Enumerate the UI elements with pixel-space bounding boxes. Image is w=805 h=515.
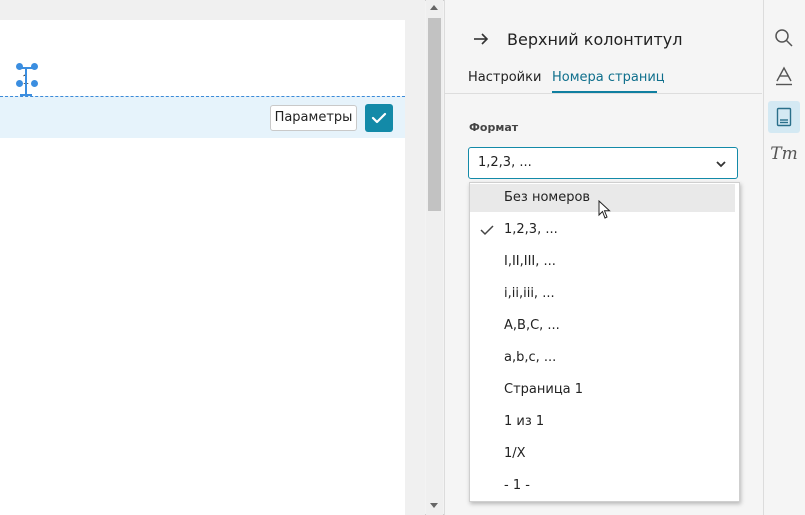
check-icon [480,225,494,236]
text-style-tool[interactable]: Tт [768,140,800,172]
option-label: 1 из 1 [504,414,545,429]
dropdown-option-selected[interactable]: 1,2,3, ... [470,216,735,244]
option-label: 1,2,3, ... [504,222,558,237]
text-style-icon: Tт [770,144,798,164]
dropdown-option[interactable]: A,B,C, ... [470,312,735,340]
dropdown-option[interactable]: 1/X [470,440,735,468]
panel-title: Верхний колонтитул [507,30,683,49]
selection-handle[interactable] [16,63,23,70]
chevron-down-icon[interactable] [714,156,728,170]
font-style-tool[interactable] [768,60,800,92]
parameters-button[interactable]: Параметры [270,105,357,131]
header-boundary-line [0,96,405,97]
selection-caret-bottom [20,94,32,96]
confirm-button[interactable] [365,104,393,132]
option-label: i,ii,iii, ... [504,286,555,301]
scroll-up-icon[interactable] [430,5,438,10]
back-arrow-icon[interactable] [472,30,490,48]
tab-page-numbers[interactable]: Номера страниц [552,70,665,85]
selection-handle[interactable] [31,80,38,87]
selection-caret-stem [25,67,27,96]
panel-divider [445,93,762,94]
search-tool[interactable] [768,22,800,54]
scrollbar-thumb[interactable] [428,18,441,211]
option-label: - 1 - [504,478,530,493]
mouse-pointer-icon [598,199,612,220]
dropdown-option[interactable]: - 1 - [470,472,735,500]
option-label: 1/X [504,446,526,461]
option-label: Без номеров [504,190,591,205]
header-footer-icon [776,107,792,127]
search-icon [775,29,793,47]
option-label: a,b,c, ... [504,350,557,365]
header-footer-tool[interactable] [768,101,800,133]
option-label: Страница 1 [504,382,584,397]
scroll-down-icon[interactable] [430,503,438,508]
selection-handle[interactable] [31,63,38,70]
selection-handle[interactable] [16,80,23,87]
option-label: A,B,C, ... [504,318,560,333]
dropdown-option[interactable]: Страница 1 [470,376,735,404]
format-label: Формат [469,121,519,134]
dropdown-option[interactable]: a,b,c, ... [470,344,735,372]
format-select-value: 1,2,3, ... [478,155,532,170]
dropdown-option[interactable]: I,II,III, ... [470,248,735,276]
option-label: I,II,III, ... [504,254,556,269]
dropdown-option[interactable]: i,ii,iii, ... [470,280,735,308]
document-page[interactable] [0,20,405,515]
font-style-icon [776,66,792,86]
checkmark-icon [371,112,387,124]
tab-settings[interactable]: Настройки [468,70,541,85]
dropdown-option[interactable]: 1 из 1 [470,408,735,436]
